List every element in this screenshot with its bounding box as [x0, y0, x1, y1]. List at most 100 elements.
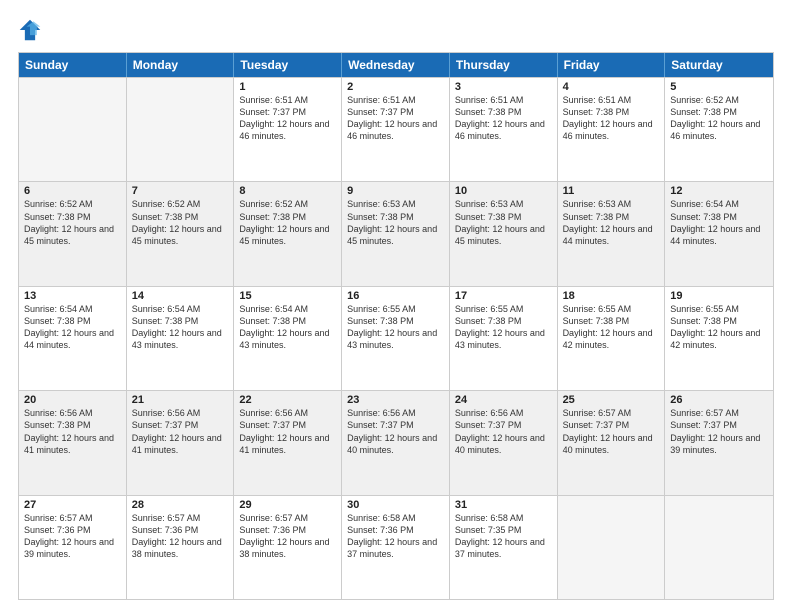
calendar-row: 27Sunrise: 6:57 AM Sunset: 7:36 PM Dayli… [19, 495, 773, 599]
day-info: Sunrise: 6:51 AM Sunset: 7:38 PM Dayligh… [563, 94, 660, 143]
day-info: Sunrise: 6:57 AM Sunset: 7:36 PM Dayligh… [24, 512, 121, 561]
day-number: 8 [239, 185, 336, 197]
calendar-cell: 31Sunrise: 6:58 AM Sunset: 7:35 PM Dayli… [450, 496, 558, 599]
page: SundayMondayTuesdayWednesdayThursdayFrid… [0, 0, 792, 612]
weekday-header: Thursday [450, 53, 558, 77]
day-info: Sunrise: 6:53 AM Sunset: 7:38 PM Dayligh… [563, 198, 660, 247]
calendar-row: 1Sunrise: 6:51 AM Sunset: 7:37 PM Daylig… [19, 77, 773, 181]
day-number: 17 [455, 290, 552, 302]
day-info: Sunrise: 6:51 AM Sunset: 7:38 PM Dayligh… [455, 94, 552, 143]
day-info: Sunrise: 6:57 AM Sunset: 7:36 PM Dayligh… [239, 512, 336, 561]
day-number: 10 [455, 185, 552, 197]
day-info: Sunrise: 6:56 AM Sunset: 7:38 PM Dayligh… [24, 407, 121, 456]
calendar-cell: 1Sunrise: 6:51 AM Sunset: 7:37 PM Daylig… [234, 78, 342, 181]
day-number: 26 [670, 394, 768, 406]
calendar-cell: 16Sunrise: 6:55 AM Sunset: 7:38 PM Dayli… [342, 287, 450, 390]
calendar-cell: 13Sunrise: 6:54 AM Sunset: 7:38 PM Dayli… [19, 287, 127, 390]
calendar-cell: 4Sunrise: 6:51 AM Sunset: 7:38 PM Daylig… [558, 78, 666, 181]
calendar-cell [665, 496, 773, 599]
calendar: SundayMondayTuesdayWednesdayThursdayFrid… [18, 52, 774, 600]
day-info: Sunrise: 6:55 AM Sunset: 7:38 PM Dayligh… [563, 303, 660, 352]
calendar-cell: 28Sunrise: 6:57 AM Sunset: 7:36 PM Dayli… [127, 496, 235, 599]
logo [18, 18, 46, 42]
calendar-body: 1Sunrise: 6:51 AM Sunset: 7:37 PM Daylig… [19, 77, 773, 599]
day-info: Sunrise: 6:51 AM Sunset: 7:37 PM Dayligh… [347, 94, 444, 143]
weekday-header: Sunday [19, 53, 127, 77]
day-number: 29 [239, 499, 336, 511]
day-info: Sunrise: 6:56 AM Sunset: 7:37 PM Dayligh… [132, 407, 229, 456]
calendar-cell: 22Sunrise: 6:56 AM Sunset: 7:37 PM Dayli… [234, 391, 342, 494]
day-info: Sunrise: 6:52 AM Sunset: 7:38 PM Dayligh… [670, 94, 768, 143]
calendar-cell: 26Sunrise: 6:57 AM Sunset: 7:37 PM Dayli… [665, 391, 773, 494]
logo-icon [18, 18, 42, 42]
calendar-cell: 25Sunrise: 6:57 AM Sunset: 7:37 PM Dayli… [558, 391, 666, 494]
day-number: 21 [132, 394, 229, 406]
weekday-header: Tuesday [234, 53, 342, 77]
day-number: 30 [347, 499, 444, 511]
day-number: 1 [239, 81, 336, 93]
calendar-cell [127, 78, 235, 181]
calendar-cell: 5Sunrise: 6:52 AM Sunset: 7:38 PM Daylig… [665, 78, 773, 181]
day-number: 3 [455, 81, 552, 93]
day-number: 15 [239, 290, 336, 302]
day-number: 20 [24, 394, 121, 406]
day-number: 27 [24, 499, 121, 511]
calendar-row: 13Sunrise: 6:54 AM Sunset: 7:38 PM Dayli… [19, 286, 773, 390]
calendar-cell: 9Sunrise: 6:53 AM Sunset: 7:38 PM Daylig… [342, 182, 450, 285]
weekday-header: Friday [558, 53, 666, 77]
day-info: Sunrise: 6:51 AM Sunset: 7:37 PM Dayligh… [239, 94, 336, 143]
day-info: Sunrise: 6:56 AM Sunset: 7:37 PM Dayligh… [455, 407, 552, 456]
day-info: Sunrise: 6:56 AM Sunset: 7:37 PM Dayligh… [347, 407, 444, 456]
day-info: Sunrise: 6:56 AM Sunset: 7:37 PM Dayligh… [239, 407, 336, 456]
calendar-cell: 20Sunrise: 6:56 AM Sunset: 7:38 PM Dayli… [19, 391, 127, 494]
day-info: Sunrise: 6:53 AM Sunset: 7:38 PM Dayligh… [455, 198, 552, 247]
day-number: 9 [347, 185, 444, 197]
day-number: 6 [24, 185, 121, 197]
calendar-cell: 14Sunrise: 6:54 AM Sunset: 7:38 PM Dayli… [127, 287, 235, 390]
day-number: 23 [347, 394, 444, 406]
day-info: Sunrise: 6:55 AM Sunset: 7:38 PM Dayligh… [347, 303, 444, 352]
day-number: 24 [455, 394, 552, 406]
calendar-cell: 2Sunrise: 6:51 AM Sunset: 7:37 PM Daylig… [342, 78, 450, 181]
calendar-cell: 11Sunrise: 6:53 AM Sunset: 7:38 PM Dayli… [558, 182, 666, 285]
day-number: 11 [563, 185, 660, 197]
day-number: 14 [132, 290, 229, 302]
calendar-cell: 29Sunrise: 6:57 AM Sunset: 7:36 PM Dayli… [234, 496, 342, 599]
calendar-cell: 15Sunrise: 6:54 AM Sunset: 7:38 PM Dayli… [234, 287, 342, 390]
day-number: 18 [563, 290, 660, 302]
calendar-cell: 17Sunrise: 6:55 AM Sunset: 7:38 PM Dayli… [450, 287, 558, 390]
calendar-cell: 8Sunrise: 6:52 AM Sunset: 7:38 PM Daylig… [234, 182, 342, 285]
calendar-cell [19, 78, 127, 181]
calendar-cell: 27Sunrise: 6:57 AM Sunset: 7:36 PM Dayli… [19, 496, 127, 599]
calendar-cell [558, 496, 666, 599]
calendar-header: SundayMondayTuesdayWednesdayThursdayFrid… [19, 53, 773, 77]
day-number: 5 [670, 81, 768, 93]
day-info: Sunrise: 6:54 AM Sunset: 7:38 PM Dayligh… [24, 303, 121, 352]
day-info: Sunrise: 6:55 AM Sunset: 7:38 PM Dayligh… [455, 303, 552, 352]
day-info: Sunrise: 6:53 AM Sunset: 7:38 PM Dayligh… [347, 198, 444, 247]
day-number: 12 [670, 185, 768, 197]
day-info: Sunrise: 6:52 AM Sunset: 7:38 PM Dayligh… [132, 198, 229, 247]
day-number: 4 [563, 81, 660, 93]
day-info: Sunrise: 6:57 AM Sunset: 7:37 PM Dayligh… [563, 407, 660, 456]
day-number: 2 [347, 81, 444, 93]
calendar-cell: 12Sunrise: 6:54 AM Sunset: 7:38 PM Dayli… [665, 182, 773, 285]
header [18, 18, 774, 42]
calendar-cell: 21Sunrise: 6:56 AM Sunset: 7:37 PM Dayli… [127, 391, 235, 494]
day-number: 22 [239, 394, 336, 406]
day-number: 28 [132, 499, 229, 511]
calendar-row: 6 Sunrise: 6:52 AM Sunset: 7:38 PM Daylig… [19, 181, 773, 285]
calendar-cell: 19Sunrise: 6:55 AM Sunset: 7:38 PM Dayli… [665, 287, 773, 390]
day-info: Sunrise: 6:54 AM Sunset: 7:38 PM Dayligh… [239, 303, 336, 352]
calendar-cell: 6Sunrise: 6:52 AM Sunset: 7:38 PM Daylig… [19, 182, 127, 285]
day-info: Sunrise: 6:57 AM Sunset: 7:37 PM Dayligh… [670, 407, 768, 456]
day-number: 31 [455, 499, 552, 511]
calendar-cell: 24Sunrise: 6:56 AM Sunset: 7:37 PM Dayli… [450, 391, 558, 494]
calendar-cell: 7Sunrise: 6:52 AM Sunset: 7:38 PM Daylig… [127, 182, 235, 285]
day-info: Sunrise: 6:52 AM Sunset: 7:38 PM Dayligh… [239, 198, 336, 247]
calendar-cell: 10Sunrise: 6:53 AM Sunset: 7:38 PM Dayli… [450, 182, 558, 285]
day-info: Sunrise: 6:55 AM Sunset: 7:38 PM Dayligh… [670, 303, 768, 352]
day-info: Sunrise: 6:54 AM Sunset: 7:38 PM Dayligh… [670, 198, 768, 247]
day-number: 7 [132, 185, 229, 197]
weekday-header: Saturday [665, 53, 773, 77]
